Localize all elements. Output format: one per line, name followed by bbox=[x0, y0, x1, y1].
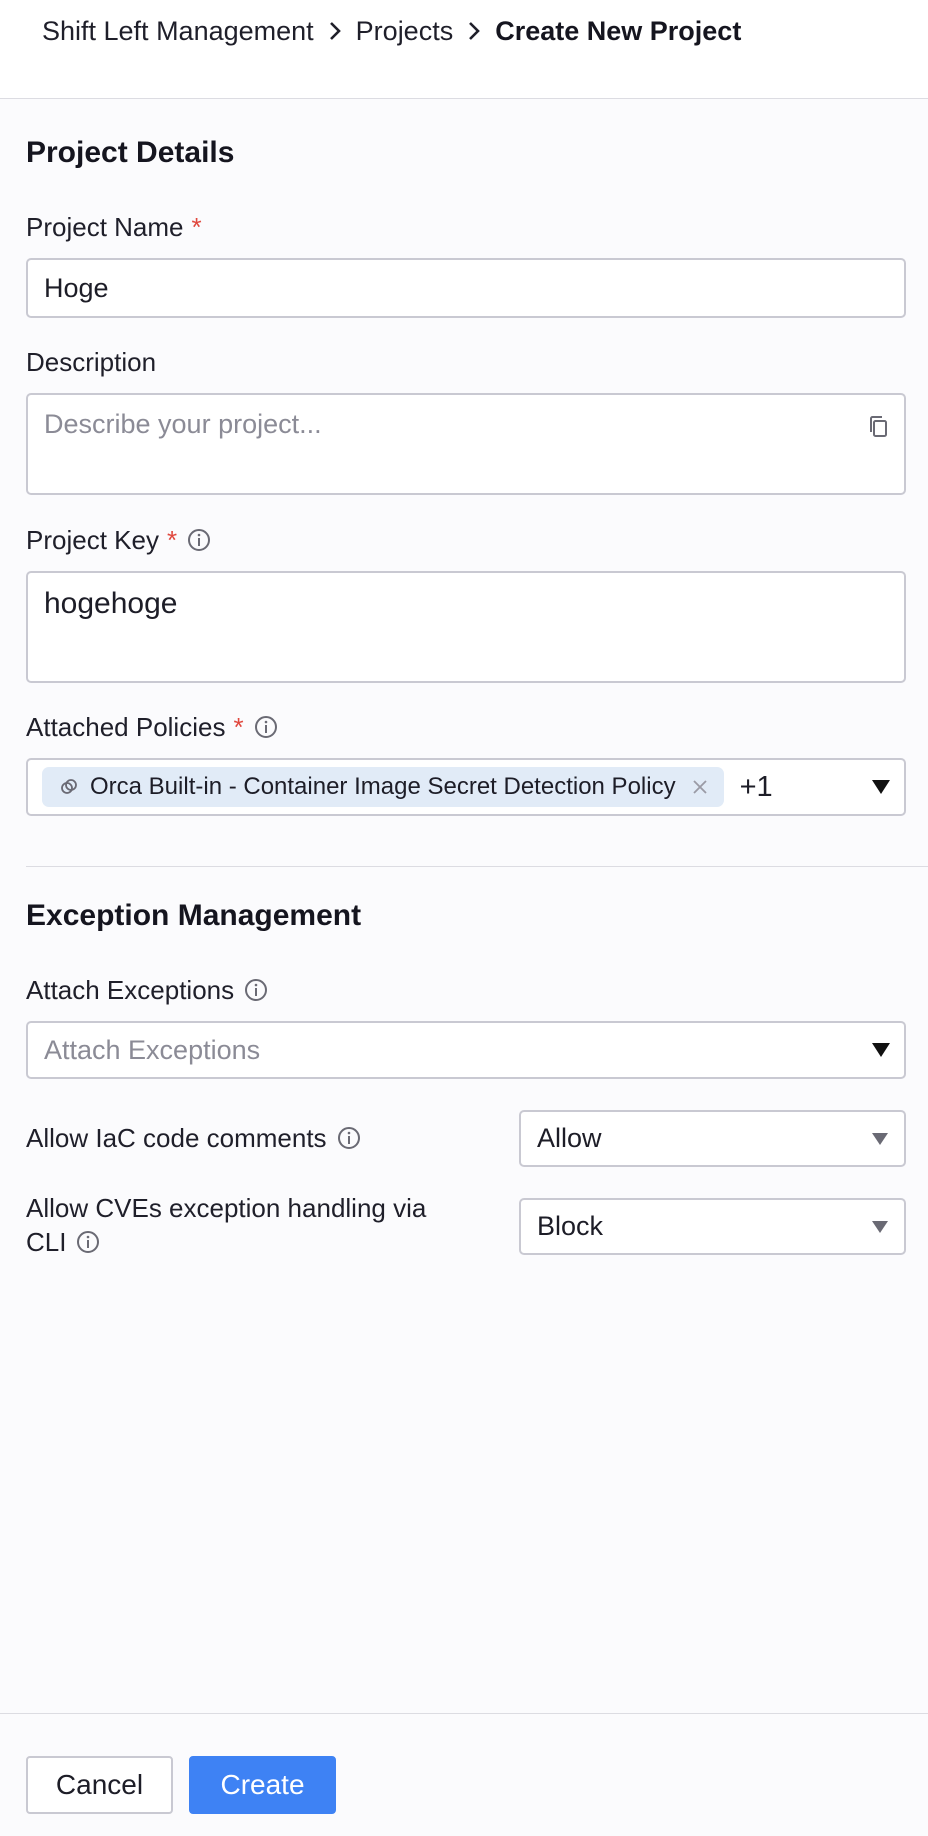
policy-chip-label: Orca Built-in - Container Image Secret D… bbox=[90, 773, 676, 800]
project-name-label-text: Project Name bbox=[26, 211, 184, 242]
breadcrumb-projects[interactable]: Projects bbox=[356, 14, 454, 48]
attach-exceptions-label-text: Attach Exceptions bbox=[26, 974, 235, 1005]
caret-down-icon bbox=[872, 1132, 888, 1145]
section-divider bbox=[26, 866, 928, 867]
create-project-page: Shift Left Management Projects Create Ne… bbox=[0, 0, 928, 1836]
chevron-right-icon bbox=[453, 21, 495, 41]
breadcrumb: Shift Left Management Projects Create Ne… bbox=[42, 14, 741, 48]
required-marker: * bbox=[191, 211, 202, 242]
required-marker: * bbox=[166, 524, 178, 555]
cve-cli-label-line2: CLI bbox=[26, 1227, 67, 1257]
attach-exceptions-select[interactable]: Attach Exceptions bbox=[26, 1021, 906, 1079]
cve-cli-select[interactable]: Block bbox=[519, 1198, 906, 1255]
iac-comments-value: Allow bbox=[537, 1123, 602, 1153]
info-icon[interactable] bbox=[254, 715, 278, 739]
cancel-button[interactable]: Cancel bbox=[26, 1756, 173, 1814]
iac-comments-label: Allow IaC code comments bbox=[26, 1121, 361, 1155]
chevron-right-icon bbox=[314, 21, 356, 41]
section-title-project-details: Project Details bbox=[26, 136, 235, 169]
breadcrumb-bar: Shift Left Management Projects Create Ne… bbox=[0, 0, 928, 99]
breadcrumb-current: Create New Project bbox=[495, 16, 742, 46]
caret-down-icon bbox=[872, 780, 890, 794]
attached-policies-label-text: Attached Policies bbox=[26, 711, 226, 742]
description-label: Description bbox=[26, 345, 156, 379]
description-label-text: Description bbox=[26, 346, 157, 377]
iac-comments-select[interactable]: Allow bbox=[519, 1110, 906, 1167]
policy-chip: Orca Built-in - Container Image Secret D… bbox=[42, 767, 724, 807]
project-name-label: Project Name * bbox=[26, 210, 202, 244]
project-name-input[interactable]: Hoge bbox=[26, 258, 906, 318]
project-name-value: Hoge bbox=[44, 272, 109, 303]
attach-exceptions-label: Attach Exceptions bbox=[26, 973, 268, 1007]
cve-cli-label-line2-row: CLI bbox=[26, 1225, 496, 1259]
caret-down-icon bbox=[872, 1043, 890, 1057]
create-button[interactable]: Create bbox=[189, 1756, 336, 1814]
info-icon[interactable] bbox=[244, 978, 268, 1002]
caret-down-icon bbox=[872, 1220, 888, 1233]
project-key-value: hogehoge bbox=[44, 587, 178, 620]
info-icon[interactable] bbox=[187, 528, 211, 552]
description-textarea[interactable]: Describe your project... bbox=[26, 393, 906, 495]
close-icon[interactable] bbox=[690, 777, 710, 797]
project-key-input[interactable]: hogehoge bbox=[26, 571, 906, 683]
info-icon[interactable] bbox=[76, 1230, 100, 1254]
copy-icon[interactable] bbox=[868, 415, 890, 439]
attach-exceptions-placeholder: Attach Exceptions bbox=[44, 1034, 261, 1065]
cve-cli-label-line1: Allow CVEs exception handling via bbox=[26, 1193, 427, 1223]
project-key-label: Project Key * bbox=[26, 523, 211, 557]
policy-more-count[interactable]: +1 bbox=[740, 771, 872, 804]
breadcrumb-shift-left-management[interactable]: Shift Left Management bbox=[42, 14, 314, 48]
attached-policies-label: Attached Policies * bbox=[26, 710, 278, 744]
form-footer: Cancel Create bbox=[0, 1713, 928, 1836]
section-title-exception-management: Exception Management bbox=[26, 899, 362, 932]
cve-cli-value: Block bbox=[537, 1211, 604, 1241]
cve-cli-label: Allow CVEs exception handling via CLI bbox=[26, 1191, 496, 1259]
attached-policies-select[interactable]: Orca Built-in - Container Image Secret D… bbox=[26, 758, 906, 816]
project-key-label-text: Project Key bbox=[26, 524, 159, 555]
policy-icon bbox=[58, 776, 80, 798]
iac-comments-label-text: Allow IaC code comments bbox=[26, 1122, 327, 1153]
info-icon[interactable] bbox=[337, 1126, 361, 1150]
required-marker: * bbox=[233, 711, 244, 742]
description-placeholder: Describe your project... bbox=[44, 409, 322, 439]
